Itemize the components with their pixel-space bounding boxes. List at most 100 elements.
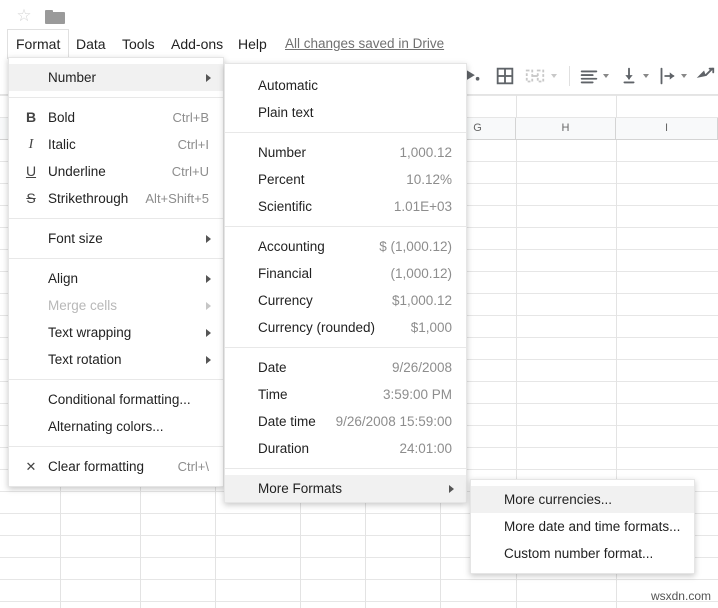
number-menu-item-label: Percent [258,166,305,193]
number-menu-item-percent[interactable]: Percent10.12% [225,166,466,193]
horizontal-align-icon[interactable] [578,65,600,87]
number-menu-item-number[interactable]: Number1,000.12 [225,139,466,166]
number-menu-item-date-time[interactable]: Date time9/26/2008 15:59:00 [225,408,466,435]
format-menu-separator [9,258,223,259]
number-submenu[interactable]: AutomaticPlain text Number1,000.12Percent… [224,63,467,503]
format-menu-separator [9,446,223,447]
number-menu-item-currency[interactable]: Currency $1,000.12 [225,287,466,314]
number-menu-item-sample: 24:01:00 [399,435,452,462]
format-menu-item-label: Align [48,265,78,292]
submenu-arrow-icon [449,485,454,493]
more-formats-menu-item-more-currencies[interactable]: More currencies... [471,486,694,513]
number-menu-item-sample: $ (1,000.12) [379,233,452,260]
number-menu-item-sample: 3:59:00 PM [383,381,452,408]
title-bar: ☆ [0,0,718,30]
number-menu-item-currency-rounded[interactable]: Currency (rounded)$1,000 [225,314,466,341]
text-wrapping-caret-icon[interactable] [681,74,687,78]
number-menu-item-label: Plain text [258,99,314,126]
format-menu-item-shortcut: Ctrl+\ [178,453,209,480]
format-menu-item-merge-cells: Merge cells [9,292,223,319]
format-menu-item-conditional-formatting[interactable]: Conditional formatting... [9,386,223,413]
format-menu-item-label: Number [48,64,96,91]
menubar-item-data[interactable]: Data [68,30,114,58]
format-menu-item-text-rotation[interactable]: Text rotation [9,346,223,373]
format-menu-item-label: Conditional formatting... [48,386,191,413]
star-outline-icon[interactable]: ☆ [16,8,32,24]
format-menu-item-number[interactable]: Number [9,64,223,91]
submenu-arrow-icon [206,356,211,364]
submenu-arrow-icon [206,275,211,283]
format-menu-item-clear-formatting[interactable]: ✕ Clear formatting Ctrl+\ [9,453,223,480]
column-header-h[interactable]: H [516,118,616,139]
clear-formatting-icon: ✕ [22,453,40,480]
format-menu-item-label: Alternating colors... [48,413,164,440]
save-status-link[interactable]: All changes saved in Drive [285,30,444,58]
menubar-item-tools[interactable]: Tools [114,30,163,58]
format-menu-separator [9,97,223,98]
format-menu-item-label: Text wrapping [48,319,131,346]
number-menu-item-scientific[interactable]: Scientific1.01E+03 [225,193,466,220]
folder-icon[interactable] [45,10,65,24]
number-menu-item-label: Accounting [258,233,325,260]
format-menu-separator [9,379,223,380]
number-menu-item-sample: $1,000.12 [392,287,452,314]
number-menu-item-sample: 1.01E+03 [394,193,452,220]
borders-icon[interactable] [494,65,516,87]
format-menu[interactable]: NumberBBoldCtrl+BIItalicCtrl+IUUnderline… [8,57,224,487]
more-formats-menu-item-custom-number-format[interactable]: Custom number format... [471,540,694,567]
format-menu-item-font-size[interactable]: Font size [9,225,223,252]
menubar-item-add-ons[interactable]: Add-ons [163,30,231,58]
number-menu-item-sample: 9/26/2008 15:59:00 [336,408,452,435]
grid-row-line [0,579,718,580]
horizontal-align-caret-icon[interactable] [603,74,609,78]
column-header-i[interactable]: I [616,118,718,139]
number-menu-item-sample: (1,000.12) [390,260,452,287]
format-menu-item-shortcut: Alt+Shift+5 [145,185,209,212]
number-menu-separator [225,468,466,469]
number-menu-item-label: Financial [258,260,312,287]
format-menu-item-bold[interactable]: BBoldCtrl+B [9,104,223,131]
number-menu-item-duration[interactable]: Duration24:01:00 [225,435,466,462]
format-menu-item-label: Strikethrough [48,185,128,212]
merge-cells-caret-icon [551,74,557,78]
format-menu-separator [9,218,223,219]
vertical-align-caret-icon[interactable] [643,74,649,78]
format-menu-item-label: Font size [48,225,103,252]
format-menu-item-align[interactable]: Align [9,265,223,292]
number-menu-item-date[interactable]: Date9/26/2008 [225,354,466,381]
number-menu-item-label: Currency [258,287,313,314]
menu-bar: Format Data Tools Add-ons Help All chang… [0,30,718,58]
submenu-arrow-icon [206,329,211,337]
merge-cells-icon [524,65,546,87]
number-menu-separator [225,226,466,227]
format-menu-item-label: Clear formatting [48,453,144,480]
format-menu-item-italic[interactable]: IItalicCtrl+I [9,131,223,158]
number-menu-separator [225,132,466,133]
format-menu-item-strikethrough[interactable]: SStrikethroughAlt+Shift+5 [9,185,223,212]
format-menu-item-text-wrapping[interactable]: Text wrapping [9,319,223,346]
submenu-arrow-icon [206,302,211,310]
format-menu-item-shortcut: Ctrl+I [178,131,209,158]
number-menu-item-sample: $1,000 [411,314,452,341]
google-sheets-window: ☆ Format Data Tools Add-ons Help All cha… [0,0,718,608]
format-menu-item-label: Italic [48,131,76,158]
text-wrapping-icon[interactable] [656,65,678,87]
number-menu-item-more-formats[interactable]: More Formats [225,475,466,502]
format-menu-item-underline[interactable]: UUnderlineCtrl+U [9,158,223,185]
more-formats-submenu[interactable]: More currencies...More date and time for… [470,479,695,574]
number-menu-item-plain-text[interactable]: Plain text [225,99,466,126]
vertical-align-icon[interactable] [618,65,640,87]
number-menu-item-accounting[interactable]: Accounting $ (1,000.12) [225,233,466,260]
number-menu-item-time[interactable]: Time 3:59:00 PM [225,381,466,408]
number-menu-item-automatic[interactable]: Automatic [225,72,466,99]
number-menu-item-label: More Formats [258,475,342,502]
more-formats-menu-item-more-date-and-time-formats[interactable]: More date and time formats... [471,513,694,540]
format-menu-item-alternating-colors[interactable]: Alternating colors... [9,413,223,440]
menubar-item-format[interactable]: Format [8,30,68,58]
number-menu-item-label: Time [258,381,288,408]
format-menu-item-label: Bold [48,104,75,131]
number-menu-item-financial[interactable]: Financial (1,000.12) [225,260,466,287]
format-menu-item-shortcut: Ctrl+U [172,158,209,185]
menubar-item-help[interactable]: Help [230,30,275,58]
text-rotation-icon[interactable] [694,65,716,87]
